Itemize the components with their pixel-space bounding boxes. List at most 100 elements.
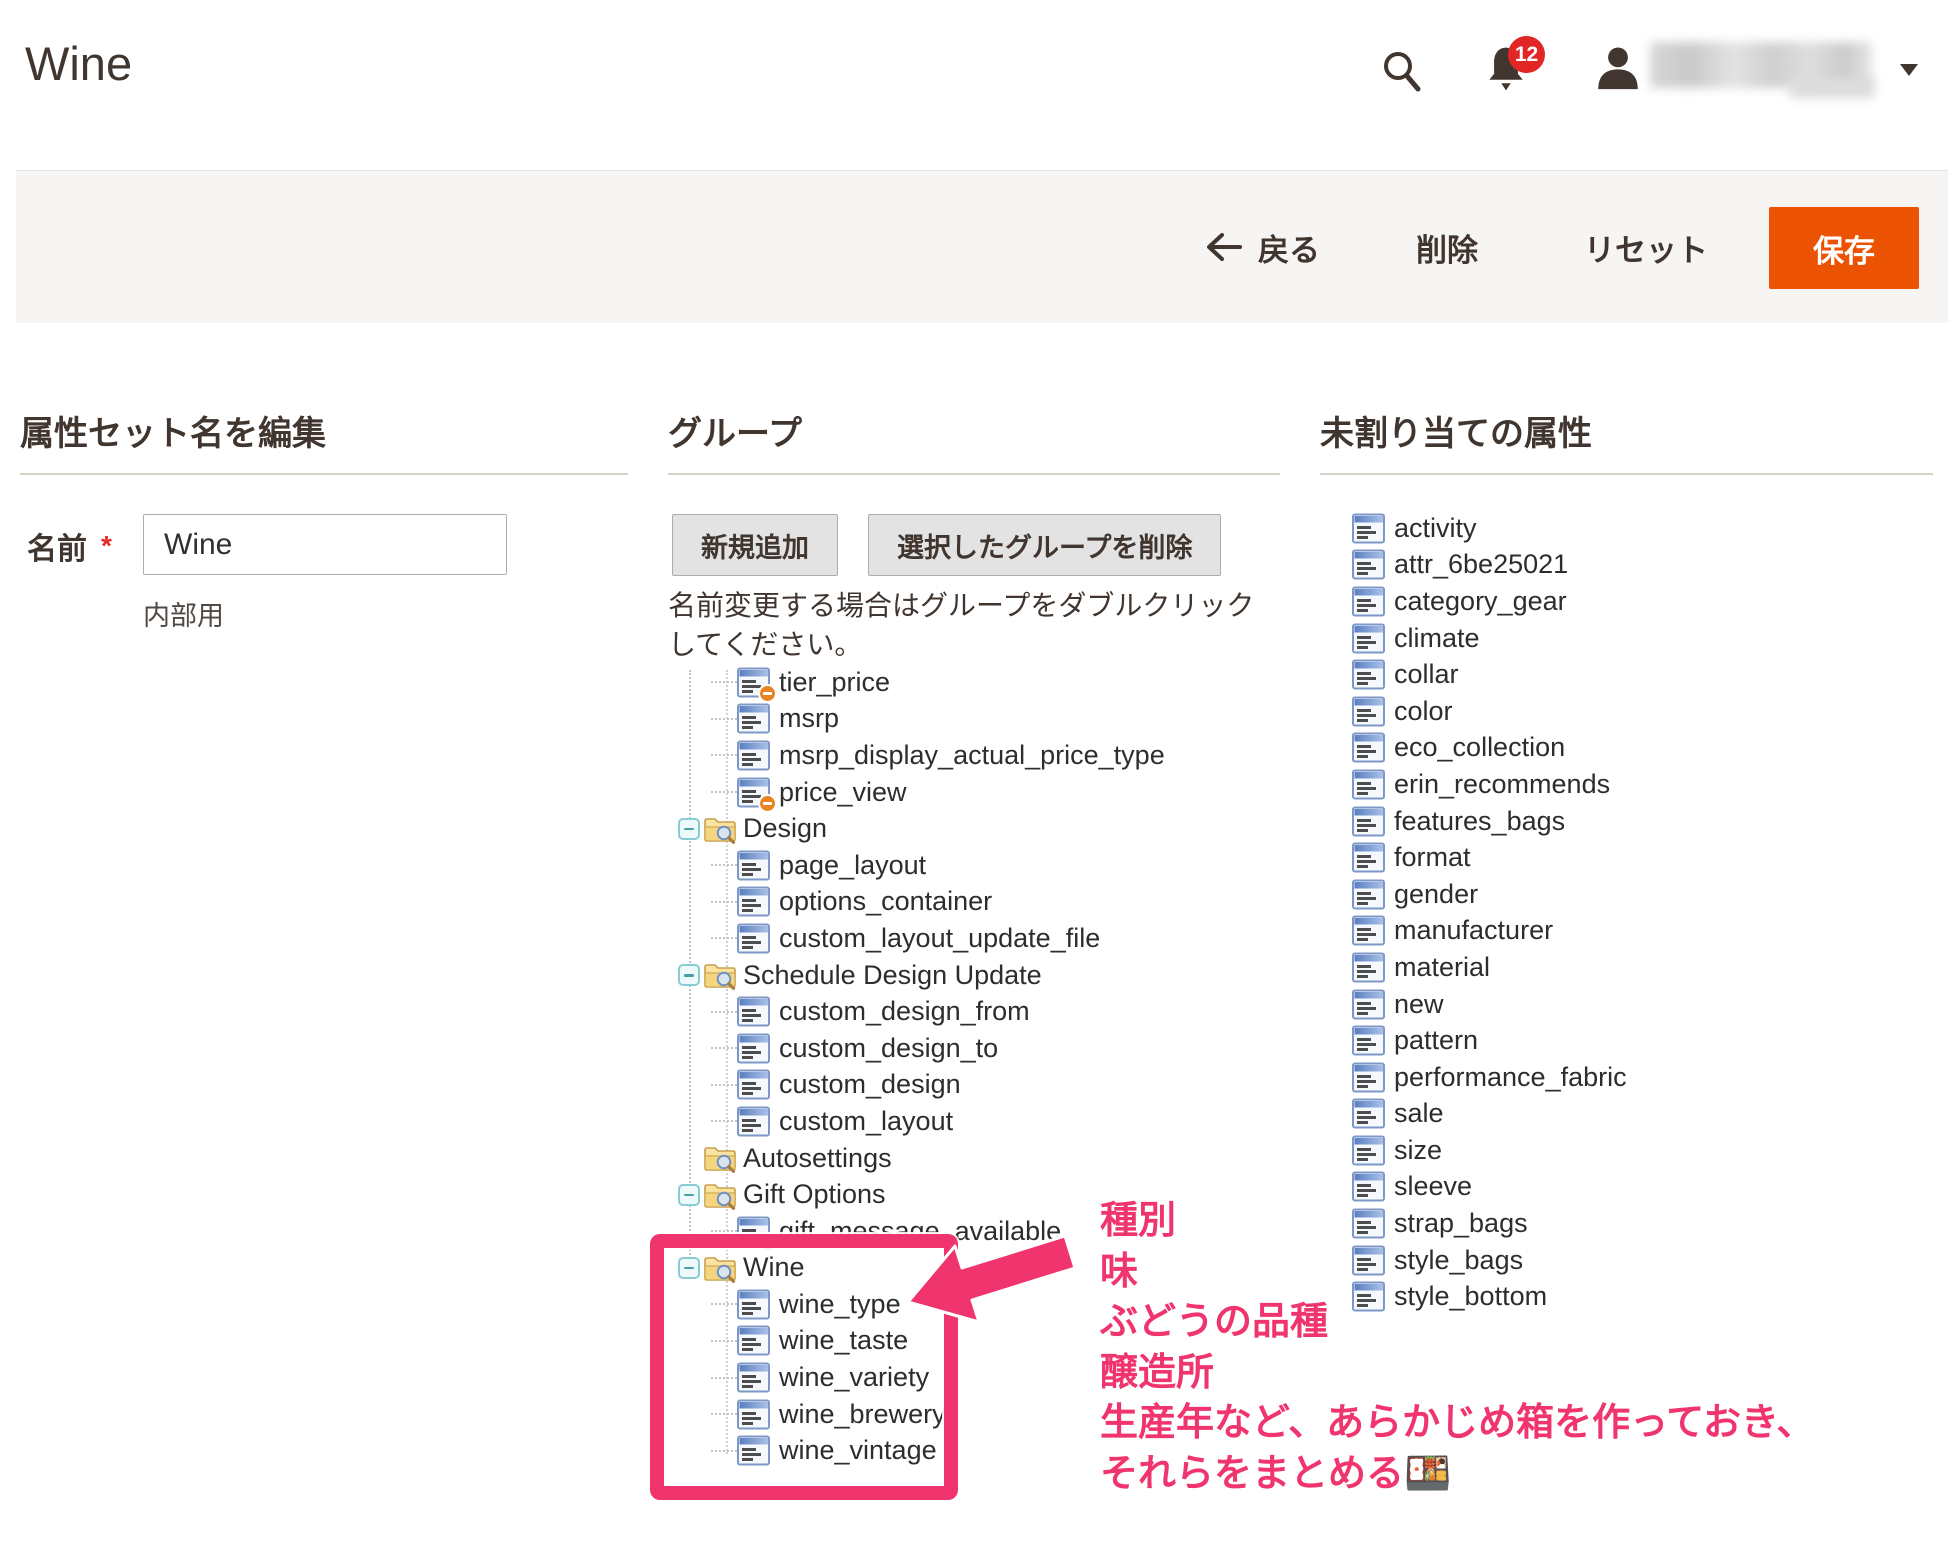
notification-bell-icon[interactable]: 12 — [1484, 36, 1545, 99]
annotation-line: 生産年など、あらかじめ箱を作っておき、 — [1100, 1402, 1815, 1444]
unassigned-attribute[interactable]: pattern — [1320, 1022, 1933, 1059]
tree-node[interactable]: Design — [668, 810, 1278, 847]
action-toolbar: 戻る 削除 リセット 保存 — [16, 170, 1948, 323]
tree-node[interactable]: Schedule Design Update — [668, 957, 1278, 994]
unassigned-attribute-label: collar — [1394, 659, 1459, 690]
unassigned-attribute[interactable]: material — [1320, 949, 1933, 986]
unassigned-attribute-label: performance_fabric — [1394, 1061, 1627, 1092]
tree-node[interactable]: tier_price — [668, 664, 1278, 703]
unassigned-attribute[interactable]: activity — [1320, 510, 1933, 547]
collapse-toggle-icon[interactable] — [678, 1183, 700, 1206]
attribute-icon — [1352, 696, 1386, 727]
attribute-icon — [1352, 769, 1386, 800]
tree-node-label: msrp_display_actual_price_type — [779, 739, 1165, 770]
attribute-icon — [737, 1106, 771, 1137]
attribute-icon — [737, 996, 771, 1027]
tree-connector — [711, 1120, 737, 1123]
unassigned-attribute-label: size — [1394, 1134, 1443, 1165]
tree-node-label: custom_design_from — [779, 996, 1030, 1027]
unassigned-attribute-label: attr_6be25021 — [1394, 549, 1569, 580]
unassigned-attribute[interactable]: attr_6be25021 — [1320, 547, 1933, 584]
attribute-icon — [1352, 659, 1386, 690]
delete-selected-group-button[interactable]: 選択したグループを削除 — [868, 514, 1222, 576]
tree-node-label: msrp — [779, 703, 839, 734]
tree-node-label: tier_price — [779, 666, 891, 697]
tree-node-label: custom_design_to — [779, 1032, 999, 1063]
save-button[interactable]: 保存 — [1769, 207, 1919, 289]
tree-node[interactable]: custom_design_to — [668, 1030, 1278, 1067]
tree-connector — [711, 1230, 737, 1233]
left-panel-heading: 属性セット名を編集 — [20, 415, 326, 453]
unassigned-attribute[interactable]: performance_fabric — [1320, 1059, 1933, 1096]
tree-node[interactable]: options_container — [668, 884, 1278, 921]
attribute-icon — [1352, 915, 1386, 946]
unassigned-attribute[interactable]: category_gear — [1320, 583, 1933, 620]
unassigned-attribute-label: material — [1394, 951, 1491, 982]
tree-connector — [711, 1047, 737, 1050]
collapse-toggle-icon[interactable] — [678, 817, 700, 840]
tree-node[interactable]: custom_layout — [668, 1103, 1278, 1140]
tree-node[interactable]: Autosettings — [668, 1140, 1278, 1177]
tree-node[interactable]: custom_layout_update_file — [668, 920, 1278, 957]
notification-badge: 12 — [1508, 36, 1545, 73]
attribute-icon — [737, 667, 777, 703]
attribute-set-name-input[interactable] — [143, 514, 507, 575]
unassigned-attribute-label: erin_recommends — [1394, 768, 1611, 799]
unassigned-attribute[interactable]: new — [1320, 986, 1933, 1023]
annotation-box — [650, 1234, 958, 1500]
attribute-icon — [1352, 989, 1386, 1020]
attribute-icon — [1352, 879, 1386, 910]
folder-icon — [703, 1143, 737, 1173]
unassigned-attribute[interactable]: gender — [1320, 876, 1933, 913]
unassigned-attribute-label: climate — [1394, 622, 1480, 653]
unassigned-attribute-label: eco_collection — [1394, 732, 1566, 763]
tree-connector — [711, 864, 737, 867]
left-panel-rule — [20, 473, 628, 475]
unassigned-attribute[interactable]: sale — [1320, 1096, 1933, 1133]
tree-node-label: Gift Options — [743, 1179, 886, 1210]
add-group-button[interactable]: 新規追加 — [672, 514, 838, 576]
unassigned-attribute[interactable]: erin_recommends — [1320, 766, 1933, 803]
tree-node[interactable]: custom_design — [668, 1067, 1278, 1104]
tree-node[interactable]: custom_design_from — [668, 993, 1278, 1030]
unassigned-attribute[interactable]: format — [1320, 839, 1933, 876]
tree-connector — [711, 754, 737, 757]
name-field-label: 名前 * — [27, 530, 112, 566]
required-asterisk: * — [101, 530, 112, 561]
account-menu[interactable] — [1594, 42, 1924, 98]
annotation-line: ぶどうの品種 — [1100, 1301, 1329, 1343]
reset-button[interactable]: リセット — [1584, 171, 1708, 323]
tree-node[interactable]: price_view — [668, 774, 1278, 813]
tree-node-label: custom_layout — [779, 1105, 954, 1136]
back-button[interactable]: 戻る — [1204, 171, 1320, 323]
unassigned-attribute[interactable]: features_bags — [1320, 803, 1933, 840]
collapse-toggle-icon[interactable] — [678, 964, 700, 987]
attribute-icon — [1352, 623, 1386, 654]
tree-node[interactable]: msrp_display_actual_price_type — [668, 737, 1278, 774]
tree-node-label: page_layout — [779, 849, 927, 880]
annotation-line: 種別 — [1100, 1200, 1177, 1242]
delete-button[interactable]: 削除 — [1416, 171, 1478, 323]
unassigned-attribute[interactable]: size — [1320, 1132, 1933, 1169]
unassigned-list: activity attr_6be25021 category_gear climat… — [1320, 510, 1933, 1315]
tree-node-label: Autosettings — [743, 1142, 892, 1173]
user-name-redacted-2 — [1790, 78, 1874, 98]
tree-connector — [711, 1010, 737, 1013]
attribute-icon — [1352, 732, 1386, 763]
tree-node[interactable]: msrp — [668, 701, 1278, 738]
unassigned-attribute[interactable]: climate — [1320, 620, 1933, 657]
annotation-line: 味 — [1100, 1250, 1139, 1293]
search-icon[interactable] — [1380, 48, 1424, 99]
tree-node[interactable]: page_layout — [668, 847, 1278, 884]
attribute-icon — [737, 703, 771, 734]
unassigned-attribute[interactable]: manufacturer — [1320, 913, 1933, 950]
tree-connector — [711, 791, 737, 794]
groups-rule — [668, 473, 1280, 475]
unassigned-attribute[interactable]: color — [1320, 693, 1933, 730]
attribute-icon — [737, 923, 771, 954]
unassigned-attribute[interactable]: eco_collection — [1320, 730, 1933, 767]
unassigned-attribute-label: gender — [1394, 878, 1479, 909]
unassigned-attribute[interactable]: collar — [1320, 656, 1933, 693]
attribute-icon — [737, 1033, 771, 1064]
attribute-icon — [1352, 1025, 1386, 1056]
